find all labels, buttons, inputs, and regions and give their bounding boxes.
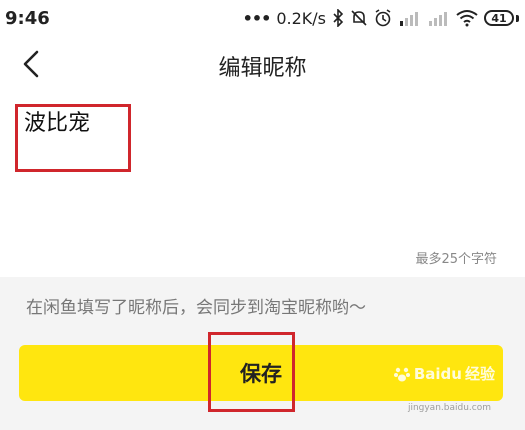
status-time: 9:46 xyxy=(5,8,50,29)
network-speed: 0.2K/s xyxy=(276,8,326,28)
more-dots-icon: ••• xyxy=(242,8,272,28)
alarm-clock-icon xyxy=(374,9,392,27)
nickname-input-area: 最多25个字符 xyxy=(0,92,525,277)
char-limit-hint: 最多25个字符 xyxy=(415,252,497,267)
status-bar: 9:46 ••• 0.2K/s 41 xyxy=(0,0,525,36)
watermark-url: jingyan.baidu.com xyxy=(407,403,491,413)
nickname-input[interactable] xyxy=(24,108,494,133)
nav-bar: 编辑昵称 xyxy=(0,36,525,92)
battery-tip xyxy=(516,14,519,22)
battery-icon: 41 xyxy=(484,10,514,26)
status-icons: ••• 0.2K/s 41 xyxy=(243,6,519,30)
edit-nickname-screen: 9:46 ••• 0.2K/s 41 编辑昵称 波比宠 最多25个字符 在闲鱼填… xyxy=(0,0,525,430)
save-button[interactable]: 保存 xyxy=(19,345,503,401)
save-button-label: 保存 xyxy=(240,362,282,386)
wifi-icon xyxy=(456,9,478,27)
sync-hint-text: 在闲鱼填写了昵称后，会同步到淘宝昵称哟〜 xyxy=(26,298,366,318)
lower-panel: 在闲鱼填写了昵称后，会同步到淘宝昵称哟〜 保存 Baidu 经验 jingyan… xyxy=(0,277,525,430)
signal-2-icon xyxy=(428,9,450,27)
signal-hd-icon xyxy=(398,9,422,27)
mute-bell-icon xyxy=(350,9,368,27)
bluetooth-icon xyxy=(332,9,344,27)
page-title: 编辑昵称 xyxy=(218,56,307,81)
